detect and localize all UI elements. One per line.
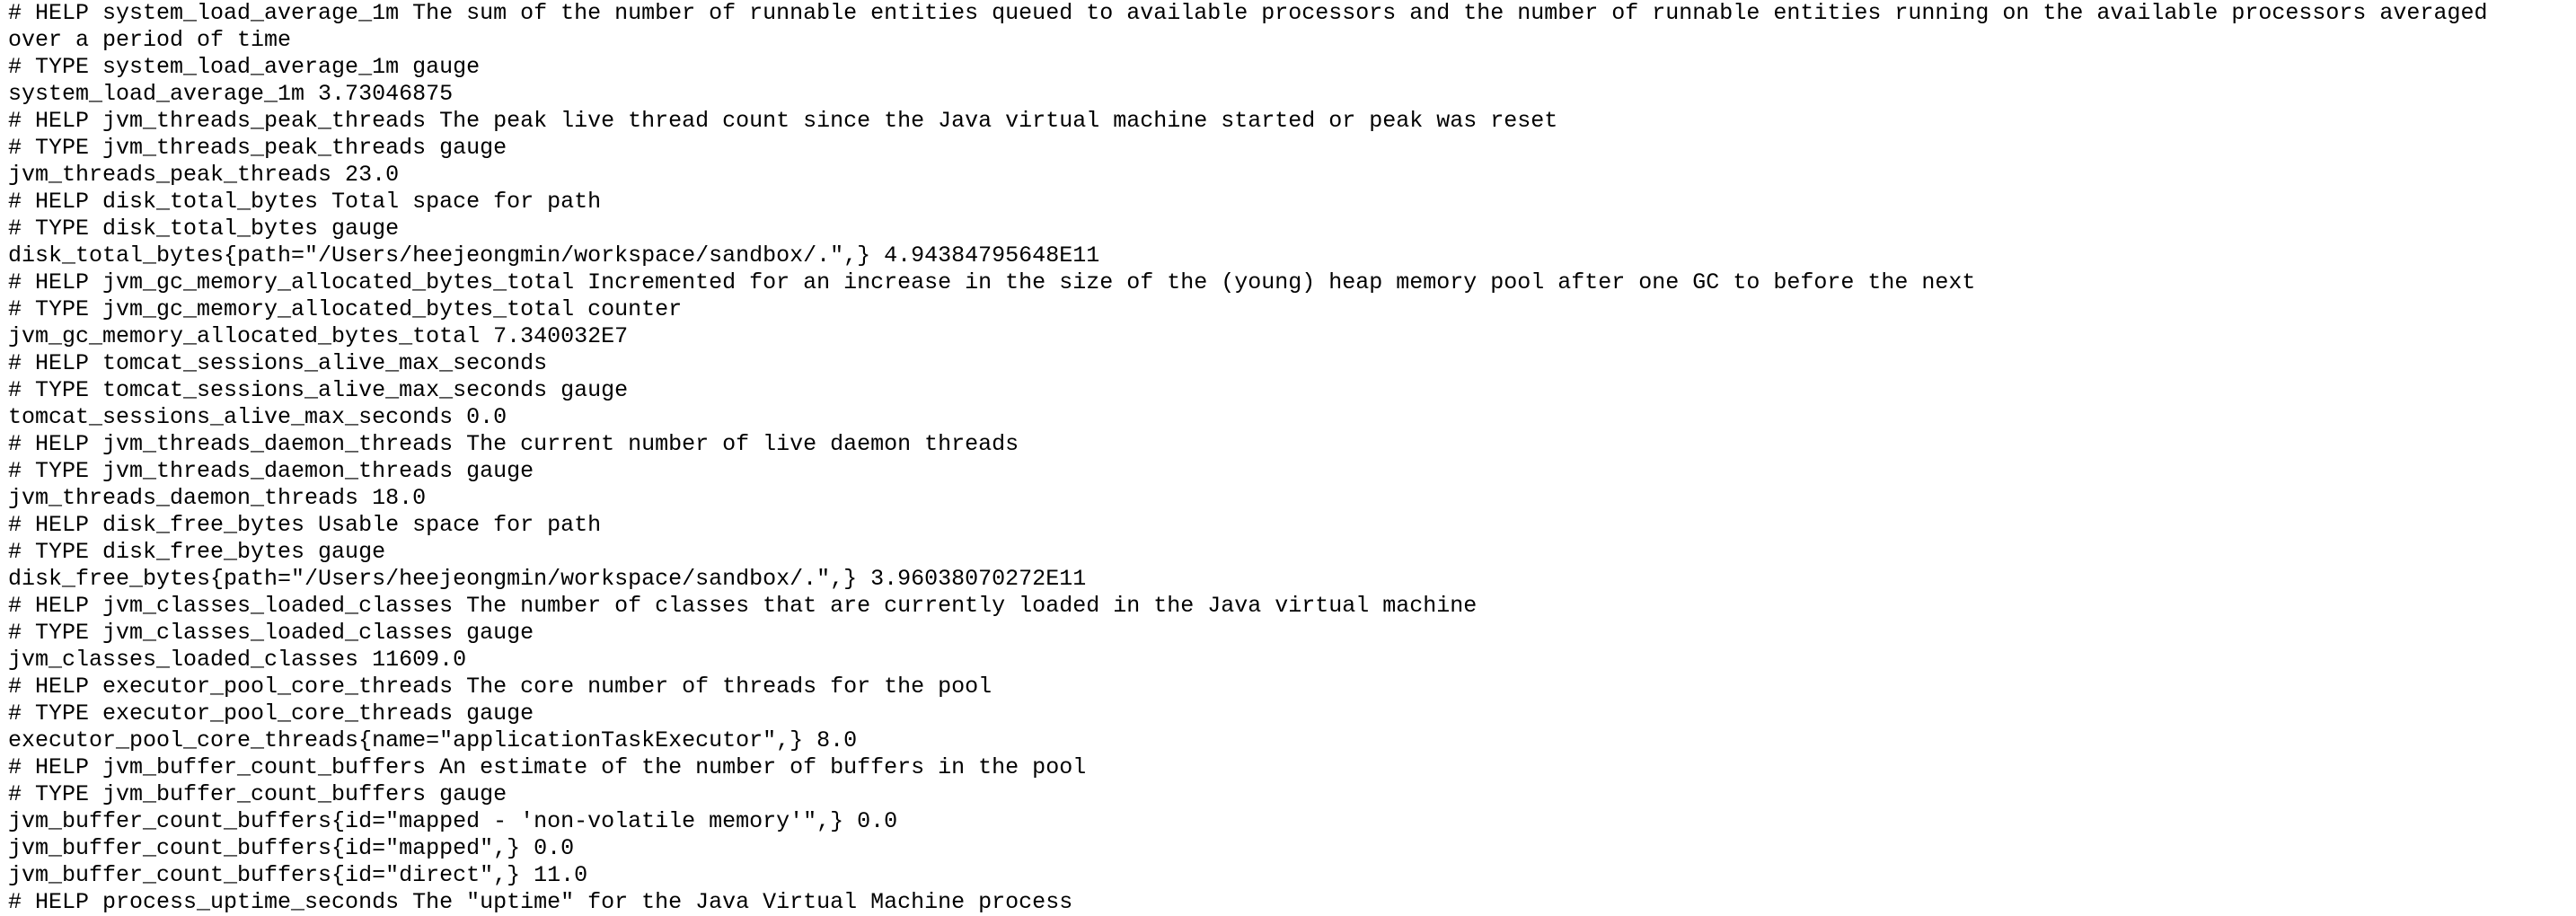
metric-line: jvm_threads_peak_threads 23.0 [8,162,400,188]
metric-line: # TYPE jvm_classes_loaded_classes gauge [8,620,534,646]
metric-line: jvm_buffer_count_buffers{id="direct",} 1… [8,862,588,888]
metric-line: # TYPE executor_pool_core_threads gauge [8,700,534,727]
metric-line: jvm_buffer_count_buffers{id="mapped - 'n… [8,808,898,834]
metric-line: over a period of time [8,27,292,53]
metric-line: jvm_gc_memory_allocated_bytes_total 7.34… [8,323,629,349]
metric-line: # TYPE system_load_average_1m gauge [8,54,481,80]
metric-line: # HELP disk_free_bytes Usable space for … [8,512,602,538]
metric-line: # TYPE tomcat_sessions_alive_max_seconds… [8,377,629,403]
metric-line: # TYPE jvm_threads_peak_threads gauge [8,135,507,161]
metrics-output: # HELP system_load_average_1m The sum of… [8,0,2487,916]
metric-line: executor_pool_core_threads{name="applica… [8,727,858,753]
metric-line: # TYPE disk_total_bytes gauge [8,216,400,242]
metric-line: system_load_average_1m 3.73046875 [8,81,454,107]
metric-line: # TYPE disk_free_bytes gauge [8,539,386,565]
metric-line: # TYPE jvm_gc_memory_allocated_bytes_tot… [8,296,683,322]
metric-line: disk_free_bytes{path="/Users/heejeongmin… [8,566,1087,592]
metric-line: jvm_threads_daemon_threads 18.0 [8,485,427,511]
metric-line: # HELP executor_pool_core_threads The co… [8,674,992,700]
metric-line: # HELP jvm_threads_peak_threads The peak… [8,108,1558,134]
metric-line: # HELP jvm_buffer_count_buffers An estim… [8,754,1087,780]
metric-line: # HELP tomcat_sessions_alive_max_seconds [8,350,548,376]
metric-line: # HELP jvm_threads_daemon_threads The cu… [8,431,1019,457]
metric-line: # HELP jvm_gc_memory_allocated_bytes_tot… [8,269,1976,295]
metric-line: # TYPE jvm_threads_daemon_threads gauge [8,458,534,484]
metric-line: # TYPE jvm_buffer_count_buffers gauge [8,781,507,807]
metric-line: jvm_classes_loaded_classes 11609.0 [8,647,467,673]
metric-line: jvm_buffer_count_buffers{id="mapped",} 0… [8,835,575,861]
metric-line: # HELP process_uptime_seconds The "uptim… [8,889,1073,915]
metric-line: # HELP disk_total_bytes Total space for … [8,189,602,215]
metric-line: # HELP jvm_classes_loaded_classes The nu… [8,593,1478,619]
metric-line: # HELP system_load_average_1m The sum of… [8,0,2488,26]
metric-line: disk_total_bytes{path="/Users/heejeongmi… [8,242,1100,269]
metric-line: tomcat_sessions_alive_max_seconds 0.0 [8,404,507,430]
